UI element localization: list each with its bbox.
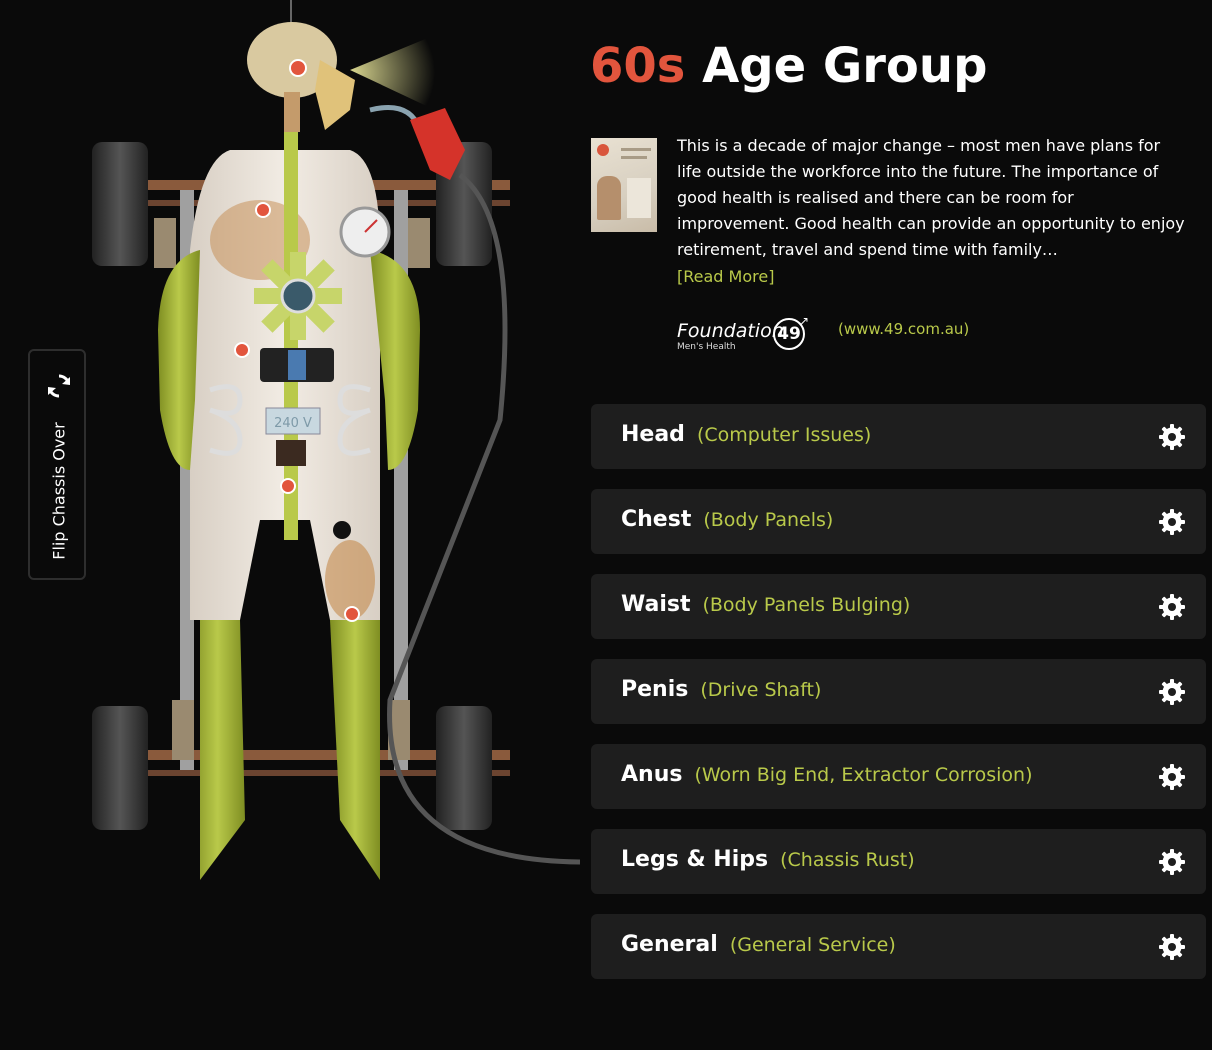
foundation49-url[interactable]: (www.49.com.au) — [838, 320, 969, 338]
section-name: Head (Computer Issues) — [621, 422, 872, 447]
section-penis[interactable]: Penis (Drive Shaft) — [591, 659, 1206, 724]
gear-icon[interactable] — [1158, 593, 1186, 621]
section-subtitle: (Chassis Rust) — [780, 849, 915, 871]
title-accent: 60s — [590, 38, 686, 94]
section-subtitle: (Computer Issues) — [696, 424, 872, 446]
section-chest[interactable]: Chest (Body Panels) — [591, 489, 1206, 554]
refresh-icon — [48, 374, 70, 398]
section-name: Legs & Hips (Chassis Rust) — [621, 847, 915, 872]
section-name: Waist (Body Panels Bulging) — [621, 592, 911, 617]
section-name: Penis (Drive Shaft) — [621, 677, 822, 702]
gear-icon[interactable] — [1158, 848, 1186, 876]
gear-icon[interactable] — [1158, 508, 1186, 536]
section-subtitle: (General Service) — [729, 934, 896, 956]
section-list: Head (Computer Issues) Chest (Body Panels)… — [591, 404, 1206, 999]
gear-icon[interactable] — [1158, 423, 1186, 451]
body-chassis-illustration: 240 V — [80, 0, 600, 900]
section-name: General (General Service) — [621, 932, 896, 957]
title-main: Age Group — [685, 38, 988, 94]
gear-icon[interactable] — [1158, 933, 1186, 961]
foundation49-word: Foundation — [677, 320, 784, 342]
page-title: 60s Age Group — [590, 36, 987, 96]
section-name: Chest (Body Panels) — [621, 507, 834, 532]
flip-chassis-button[interactable]: Flip Chassis Over — [28, 349, 86, 580]
flip-chassis-label: Flip Chassis Over — [49, 422, 69, 560]
section-subtitle: (Drive Shaft) — [700, 679, 822, 701]
foundation49-sub: Men's Health — [677, 342, 736, 352]
section-legs-hips[interactable]: Legs & Hips (Chassis Rust) — [591, 829, 1206, 894]
intro-text: This is a decade of major change – most … — [677, 136, 1185, 259]
read-more-link[interactable]: [Read More] — [677, 264, 774, 290]
gear-icon[interactable] — [1158, 763, 1186, 791]
section-subtitle: (Worn Big End, Extractor Corrosion) — [694, 764, 1033, 786]
section-waist[interactable]: Waist (Body Panels Bulging) — [591, 574, 1206, 639]
gear-icon[interactable] — [1158, 678, 1186, 706]
brochure-thumbnail[interactable] — [591, 138, 657, 232]
male-symbol-icon: ↗ — [799, 314, 810, 328]
section-subtitle: (Body Panels) — [703, 509, 834, 531]
section-anus[interactable]: Anus (Worn Big End, Extractor Corrosion) — [591, 744, 1206, 809]
section-name: Anus (Worn Big End, Extractor Corrosion) — [621, 762, 1033, 787]
section-general[interactable]: General (General Service) — [591, 914, 1206, 979]
section-head[interactable]: Head (Computer Issues) — [591, 404, 1206, 469]
foundation49-logo[interactable]: Foundation Men's Health 49 ↗ — [677, 314, 817, 354]
voltage-panel-label: 240 V — [274, 416, 312, 431]
section-subtitle: (Body Panels Bulging) — [702, 594, 911, 616]
